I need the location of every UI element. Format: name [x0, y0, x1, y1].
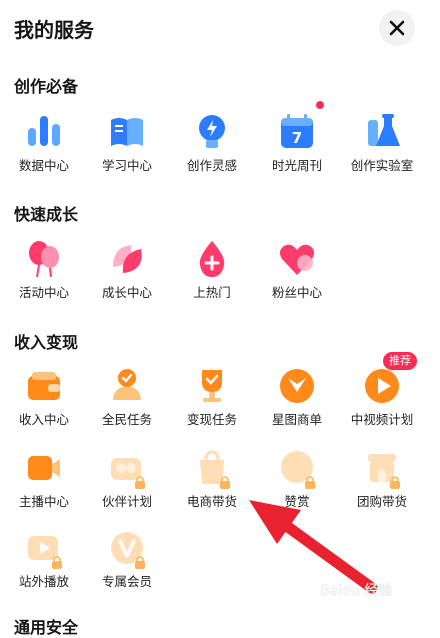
service-label: 中视频计划: [350, 412, 414, 427]
service-activity-center[interactable]: 活动中心: [0, 237, 88, 311]
flask-icon: [368, 114, 400, 146]
leaf-icon: [113, 245, 142, 273]
service-star-map[interactable]: 星图商单: [253, 364, 341, 438]
service-lab[interactable]: 创作实验室: [338, 110, 426, 184]
service-label: 上热门: [193, 285, 231, 300]
service-mid-video-plan[interactable]: 推荐 中视频计划: [338, 352, 426, 438]
service-group-buy[interactable]: 团购带货: [338, 446, 426, 520]
bulb-icon: [199, 115, 225, 148]
service-label: 数据中心: [18, 158, 69, 173]
service-label: 学习中心: [101, 158, 152, 173]
section-title-growth: 快速成长: [14, 205, 79, 224]
service-label: 成长中心: [101, 285, 152, 300]
service-label: 团购带货: [356, 494, 407, 509]
service-trending[interactable]: 上热门: [168, 237, 256, 311]
service-label: 时光周刊: [271, 158, 322, 173]
recommend-badge: 推荐: [383, 352, 417, 370]
service-monetize-tasks[interactable]: 变现任务: [168, 364, 256, 438]
service-streamer-center[interactable]: 主播中心: [0, 446, 88, 520]
service-label: 创作实验室: [350, 158, 414, 173]
service-label: 变现任务: [186, 412, 237, 427]
service-weekly[interactable]: 7 时光周刊: [253, 101, 341, 184]
service-reward[interactable]: 赞赏: [253, 446, 341, 520]
trophy-icon: [202, 370, 222, 402]
wallet-icon: [28, 372, 60, 400]
service-inspiration[interactable]: 创作灵感: [168, 110, 256, 184]
service-label: 全民任务: [101, 412, 152, 427]
service-label: 电商带货: [186, 494, 237, 509]
header: 我的服务: [0, 0, 440, 56]
service-fans-center[interactable]: 粉丝中心: [253, 237, 341, 311]
service-income-center[interactable]: 收入中心: [0, 364, 88, 438]
service-ecommerce[interactable]: 电商带货: [168, 446, 256, 520]
service-label: 站外播放: [18, 574, 69, 589]
service-label: 伙伴计划: [101, 494, 152, 509]
balloon-icon: [29, 241, 59, 278]
lock-icon: [220, 476, 230, 489]
lock-icon: [305, 476, 315, 489]
section-title-security: 通用安全: [14, 618, 79, 637]
lock-icon: [135, 476, 145, 489]
close-button[interactable]: [379, 10, 415, 46]
fire-drop-icon: [199, 241, 225, 277]
watermark: Baidu 经验: [320, 583, 393, 599]
service-label: 星图商单: [271, 412, 322, 427]
service-label: 赞赏: [284, 494, 310, 509]
lock-icon: [135, 556, 145, 569]
notification-dot: [316, 101, 324, 109]
service-data-center[interactable]: 数据中心: [0, 110, 88, 184]
play-icon: [365, 369, 399, 403]
service-label: 活动中心: [18, 285, 69, 300]
service-label: 粉丝中心: [271, 285, 322, 300]
calendar-icon: 7: [281, 114, 313, 148]
page-title: 我的服务: [14, 18, 94, 42]
chart-bars-icon: [28, 116, 60, 146]
service-label: 收入中心: [18, 412, 69, 427]
service-label: 主播中心: [18, 494, 69, 509]
service-learning-center[interactable]: 学习中心: [83, 110, 171, 184]
book-icon: [111, 118, 143, 146]
calendar-number: 7: [292, 129, 302, 147]
lock-icon: [390, 476, 400, 489]
service-growth-center[interactable]: 成长中心: [83, 237, 171, 311]
section-title-monetize: 收入变现: [14, 333, 79, 352]
service-partner-plan[interactable]: 伙伴计划: [83, 446, 171, 520]
service-offsite-play[interactable]: 站外播放: [0, 526, 88, 600]
section-title-creation: 创作必备: [14, 77, 79, 96]
service-tasks-all[interactable]: 全民任务: [83, 364, 171, 438]
camera-icon: [28, 456, 60, 480]
person-icon: [113, 369, 141, 400]
service-label: 专属会员: [101, 574, 152, 589]
heart-icon: [279, 244, 315, 275]
close-icon: [389, 20, 405, 36]
service-label: 创作灵感: [186, 158, 237, 173]
service-vip[interactable]: 专属会员: [83, 526, 171, 600]
star-map-icon: [280, 369, 314, 403]
lock-icon: [52, 556, 62, 569]
